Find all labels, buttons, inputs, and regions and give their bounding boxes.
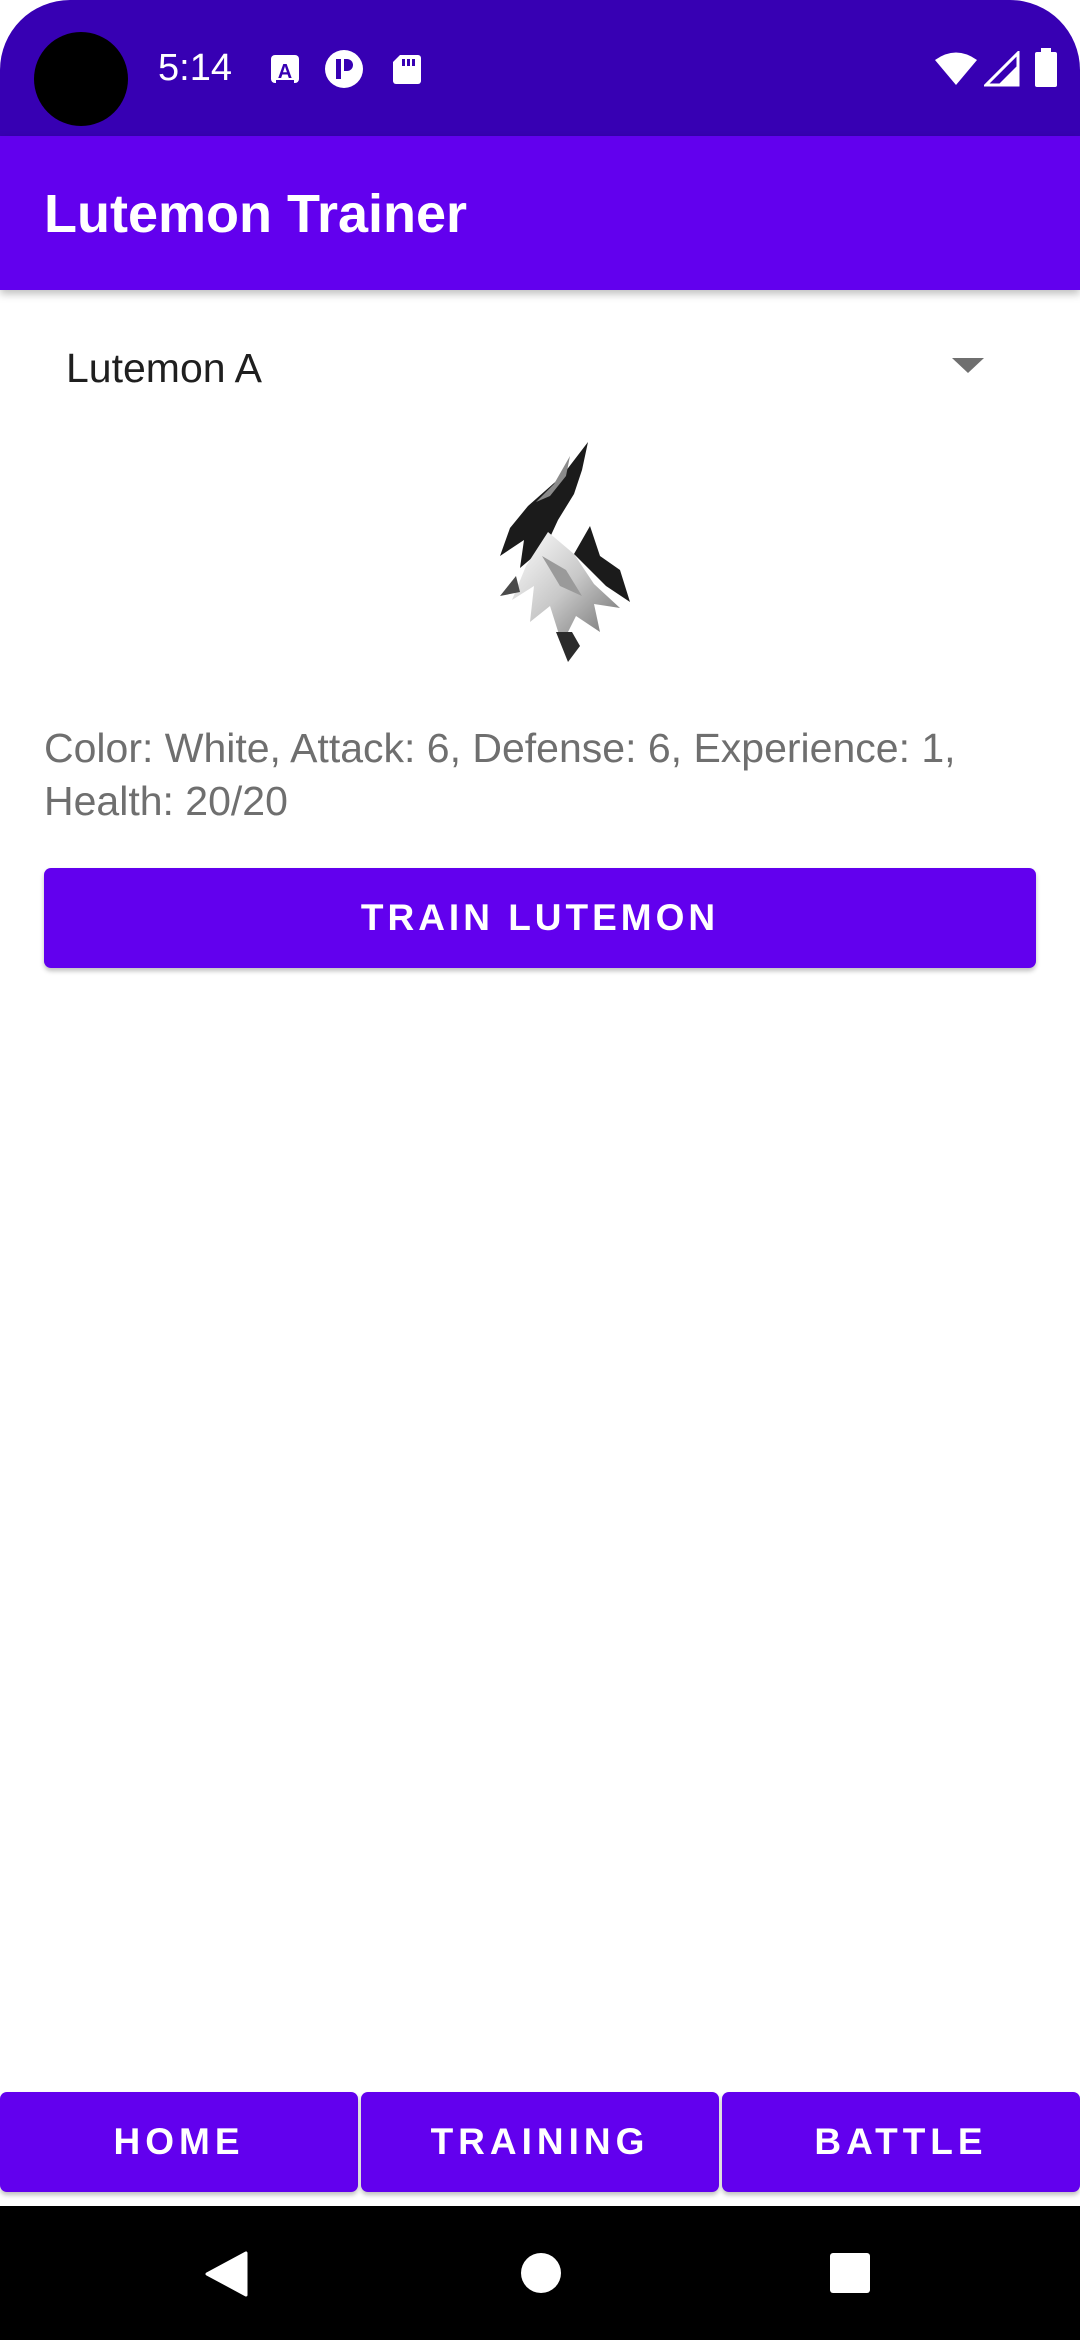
app-title: Lutemon Trainer	[44, 184, 468, 244]
battery-icon	[1034, 48, 1058, 88]
recents-icon[interactable]	[790, 2206, 910, 2340]
dropdown-arrow-icon	[952, 358, 984, 373]
wifi-icon	[934, 51, 978, 87]
status-time: 5:14	[158, 47, 232, 89]
lutemon-spinner[interactable]: Lutemon A	[44, 330, 1004, 406]
train-lutemon-button[interactable]: TRAIN LUTEMON	[44, 868, 1036, 968]
lutemon-image	[470, 436, 640, 668]
spinner-selected-value: Lutemon A	[66, 345, 263, 391]
bottom-nav: HOME TRAINING BATTLE	[0, 2092, 1080, 2192]
home-button[interactable]: HOME	[0, 2092, 358, 2192]
status-bar: 5:14 A	[0, 0, 1080, 136]
a-badge-icon: A	[268, 52, 302, 86]
home-circle-icon[interactable]	[481, 2206, 601, 2340]
training-button[interactable]: TRAINING	[361, 2092, 719, 2192]
svg-text:A: A	[278, 61, 292, 83]
back-icon[interactable]	[166, 2206, 286, 2340]
camera-cutout	[34, 32, 128, 126]
sd-card-icon	[390, 52, 424, 86]
system-nav-bar	[0, 2206, 1080, 2340]
p-circle-icon	[324, 49, 364, 89]
app-bar: Lutemon Trainer	[0, 136, 1080, 290]
battle-button[interactable]: BATTLE	[722, 2092, 1080, 2192]
signal-icon	[982, 49, 1020, 87]
lutemon-stats: Color: White, Attack: 6, Defense: 6, Exp…	[44, 725, 956, 824]
